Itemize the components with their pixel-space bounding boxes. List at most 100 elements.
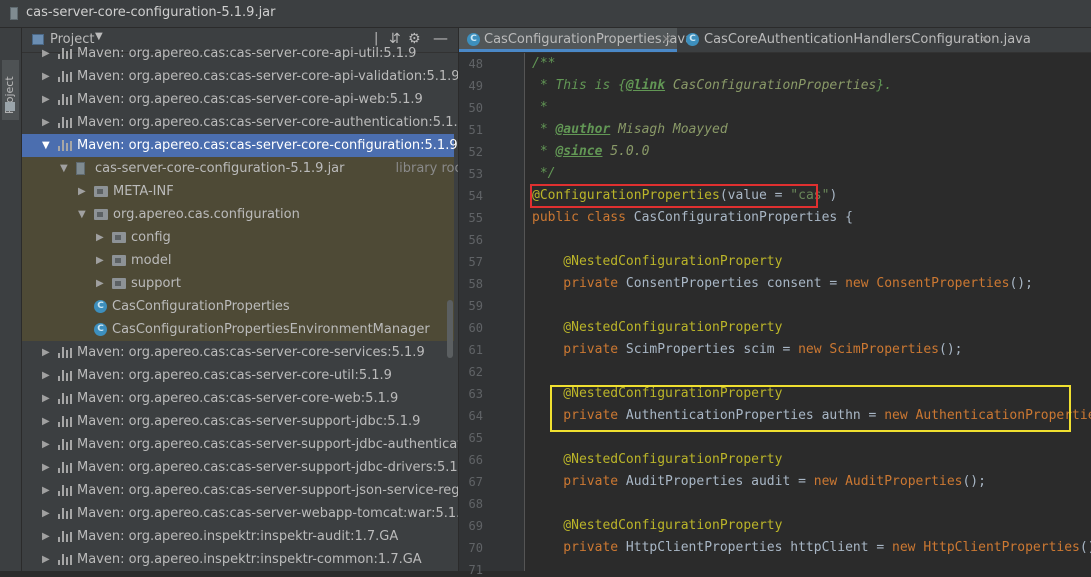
bar-icon [70, 509, 72, 519]
class-icon: C [94, 300, 107, 313]
expand-arrow-icon[interactable]: ▼ [78, 203, 86, 226]
tree-item-maven-library[interactable]: ▶ Maven: org.apereo.cas:cas-server-core-s… [22, 341, 454, 364]
line-number: 54 [468, 189, 483, 203]
collapse-arrow-icon[interactable]: ▶ [42, 88, 50, 111]
tree-item-maven-library[interactable]: ▶ Maven: org.apereo.cas:cas-server-core-a… [22, 42, 454, 65]
tree-item-class[interactable]: C CasConfigurationPropertiesEnvironmentMa… [22, 318, 454, 341]
tree-item-maven-library[interactable]: ▶ Maven: org.apereo.cas:cas-server-core-u… [22, 364, 454, 387]
tree-item-label: Maven: org.apereo.cas:cas-server-support… [77, 460, 458, 475]
expand-arrow-icon[interactable]: ▼ [60, 157, 68, 180]
collapse-arrow-icon[interactable]: ▶ [78, 180, 86, 203]
class-icon: C [467, 33, 480, 46]
collapse-arrow-icon[interactable]: ▶ [42, 65, 50, 88]
code-line: * @author Misagh Moayyed [532, 119, 728, 141]
package-icon [94, 209, 108, 220]
tab-cas-configuration-properties[interactable]: C CasConfigurationProperties.java × [459, 28, 693, 52]
code-token: ScimProperties scim = [625, 342, 799, 357]
tree-item-label: Maven: org.apereo.cas:cas-server-core-we… [77, 391, 399, 406]
project-tool-tab[interactable]: Project [2, 60, 19, 120]
code-line: private AuditProperties audit = new Audi… [532, 471, 986, 493]
maven-library-icon [58, 117, 73, 128]
code-token: AuditProperties audit = [625, 474, 814, 489]
tree-item-maven-library[interactable]: ▼ Maven: org.apereo.cas:cas-server-core-c… [22, 134, 458, 157]
tree-item-maven-library[interactable]: ▶ Maven: org.apereo.cas:cas-server-suppor… [22, 433, 458, 456]
tree-item-package[interactable]: ▶ model [22, 249, 454, 272]
bar-icon [62, 71, 64, 82]
bar-icon [66, 97, 68, 105]
tree-item-label: Maven: org.apereo.cas:cas-server-support… [77, 414, 421, 429]
code-editor[interactable]: /** * This is {@link CasConfigurationPro… [525, 53, 1091, 571]
tree-item-maven-library[interactable]: ▶ Maven: org.apereo.cas:cas-server-core-a… [22, 65, 458, 88]
bar-icon [66, 51, 68, 59]
bar-icon [58, 491, 60, 496]
tree-item-maven-library[interactable]: ▶ Maven: org.apereo.cas:cas-server-webapp… [22, 502, 458, 525]
tree-item-maven-library[interactable]: ▶ Maven: org.apereo.cas:cas-server-core-a… [22, 88, 454, 111]
code-token: @NestedConfigurationProperty [532, 518, 783, 533]
line-number: 69 [468, 519, 483, 533]
close-icon[interactable]: × [661, 28, 672, 52]
collapse-arrow-icon[interactable]: ▶ [96, 249, 104, 272]
tab-cas-core-authentication-handlers-configuration[interactable]: C CasCoreAuthenticationHandlersConfigura… [679, 28, 1031, 52]
code-token: public class [532, 210, 634, 225]
line-number: 70 [468, 541, 483, 555]
code-line: @NestedConfigurationProperty [532, 449, 782, 471]
line-number: 51 [468, 123, 483, 137]
bar-icon [70, 440, 72, 450]
collapse-arrow-icon[interactable]: ▶ [42, 525, 50, 548]
bar-icon [66, 557, 68, 565]
collapse-arrow-icon[interactable]: ▶ [42, 410, 50, 433]
bar-icon [70, 348, 72, 358]
tree-item-maven-library[interactable]: ▶ Maven: org.apereo.cas:cas-server-suppor… [22, 479, 458, 502]
tree-item-package[interactable]: ▶ support [22, 272, 454, 295]
tree-item-class[interactable]: C CasConfigurationProperties [22, 295, 454, 318]
tree-item-jar[interactable]: ▼ cas-server-core-configuration-5.1.9.jar… [22, 157, 458, 180]
bar-icon [62, 439, 64, 450]
collapse-arrow-icon[interactable]: ▶ [42, 456, 50, 479]
bar-icon [58, 399, 60, 404]
maven-library-icon [58, 347, 73, 358]
tree-item-maven-library[interactable]: ▶ Maven: org.apereo.cas:cas-server-suppor… [22, 456, 458, 479]
code-token: (); [1079, 540, 1091, 555]
collapse-arrow-icon[interactable]: ▶ [42, 364, 50, 387]
tree-item-maven-library[interactable]: ▶ Maven: org.apereo.inspektr:inspektr-com… [22, 548, 454, 571]
code-token: AuditProperties [845, 474, 963, 489]
code-token: private [532, 276, 626, 291]
collapse-arrow-icon[interactable]: ▶ [42, 433, 50, 456]
tree-item-package[interactable]: ▼ org.apereo.cas.configuration [22, 203, 454, 226]
tree-item-maven-library[interactable]: ▶ Maven: org.apereo.inspektr:inspektr-aud… [22, 525, 454, 548]
code-line: private ScimProperties scim = new ScimPr… [532, 339, 962, 361]
line-number: 56 [468, 233, 483, 247]
tree-item-package[interactable]: ▶ config [22, 226, 454, 249]
tree-item-maven-library[interactable]: ▶ Maven: org.apereo.cas:cas-server-suppor… [22, 410, 454, 433]
collapse-arrow-icon[interactable]: ▶ [42, 548, 50, 571]
tree-item-package[interactable]: ▶ META-INF [22, 180, 454, 203]
expand-arrow-icon[interactable]: ▼ [42, 134, 50, 157]
tree-item-label: cas-server-core-configuration-5.1.9.jar [95, 161, 345, 176]
collapse-arrow-icon[interactable]: ▶ [42, 341, 50, 364]
class-icon: C [94, 323, 107, 336]
bar-icon [58, 54, 60, 59]
close-icon[interactable]: × [979, 28, 990, 52]
collapse-arrow-icon[interactable]: ▶ [42, 42, 50, 65]
code-line: private HttpClientProperties httpClient … [532, 537, 1091, 559]
bar-icon [70, 532, 72, 542]
collapse-arrow-icon[interactable]: ▶ [42, 479, 50, 502]
collapse-arrow-icon[interactable]: ▶ [96, 272, 104, 295]
bar-icon [58, 422, 60, 427]
code-token: new [798, 342, 830, 357]
bar-icon [58, 77, 60, 82]
tree-item-maven-library[interactable]: ▶ Maven: org.apereo.cas:cas-server-core-a… [22, 111, 458, 134]
tree-item-maven-library[interactable]: ▶ Maven: org.apereo.cas:cas-server-core-w… [22, 387, 454, 410]
tree-item-label: Maven: org.apereo.cas:cas-server-core-ap… [77, 69, 458, 84]
tree-item-label: Maven: org.apereo.cas:cas-server-core-ap… [77, 92, 423, 107]
collapse-arrow-icon[interactable]: ▶ [42, 387, 50, 410]
code-token: new [892, 540, 924, 555]
line-number: 55 [468, 211, 483, 225]
code-line: * This is {@link CasConfigurationPropert… [532, 75, 892, 97]
collapse-arrow-icon[interactable]: ▶ [42, 111, 50, 134]
maven-library-icon [58, 508, 73, 519]
chevron-down-icon[interactable]: ▼ [95, 31, 103, 42]
project-scrollbar[interactable] [447, 300, 453, 358]
collapse-arrow-icon[interactable]: ▶ [96, 226, 104, 249]
collapse-arrow-icon[interactable]: ▶ [42, 502, 50, 525]
